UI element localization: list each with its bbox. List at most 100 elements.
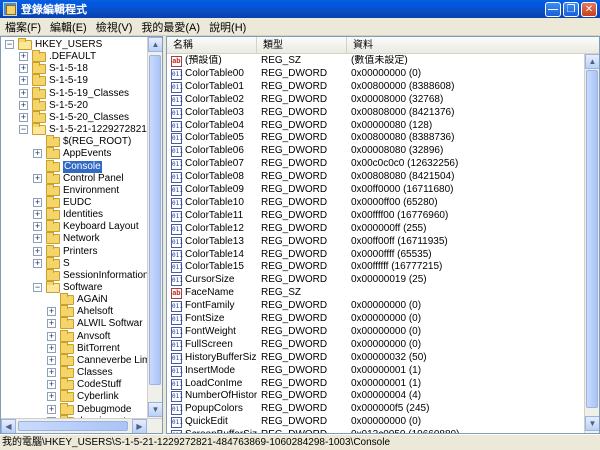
tree-node[interactable]: + Debugmode bbox=[1, 402, 149, 416]
column-header-type[interactable]: 類型 bbox=[257, 37, 347, 54]
menu-favorites[interactable]: 我的最愛(A) bbox=[138, 19, 203, 35]
tree-node-label[interactable]: Classes bbox=[77, 367, 113, 379]
list-item[interactable]: 011 ColorTable01 REG_DWORD 0x00800000 (8388… bbox=[167, 81, 599, 94]
tree-node[interactable]: − Software bbox=[1, 281, 149, 294]
expand-plus-icon[interactable]: + bbox=[47, 404, 56, 414]
tree-node[interactable]: + Cyberlink bbox=[1, 390, 149, 403]
tree-node[interactable]: + EUDC bbox=[1, 195, 149, 209]
tree-node[interactable]: + CodeStuff bbox=[1, 378, 149, 391]
tree-node-label[interactable]: SessionInformation bbox=[63, 270, 149, 282]
menu-help[interactable]: 說明(H) bbox=[206, 19, 249, 35]
list-item[interactable]: 011 FullScreen REG_DWORD 0x00000000 (0) bbox=[167, 339, 599, 352]
expand-plus-icon[interactable]: + bbox=[47, 307, 56, 317]
scroll-thumb[interactable] bbox=[149, 55, 161, 385]
menu-file[interactable]: 檔案(F) bbox=[2, 19, 44, 35]
tree-node[interactable]: + Canneverbe Lim bbox=[1, 353, 150, 367]
tree-node[interactable]: + S-1-5-19_Classes bbox=[1, 86, 149, 100]
tree-node[interactable]: + ALWIL Softwar bbox=[1, 317, 149, 330]
tree-node-label[interactable]: Ahelsoft bbox=[77, 306, 113, 318]
expand-plus-icon[interactable]: + bbox=[19, 64, 28, 74]
list-item[interactable]: 011 ColorTable10 REG_DWORD 0x0000ff00 (6528… bbox=[167, 197, 599, 210]
tree-vertical-scrollbar[interactable]: ▲ ▼ bbox=[147, 37, 162, 418]
tree-node-label[interactable]: .DEFAULT bbox=[49, 51, 96, 63]
tree-node-label[interactable]: S-1-5-19 bbox=[49, 75, 88, 87]
list-item[interactable]: 011 PopupColors REG_DWORD 0x000000f5 (245) bbox=[167, 403, 599, 416]
list-item[interactable]: 011 ColorTable03 REG_DWORD 0x00808000 (8421… bbox=[167, 107, 599, 120]
minimize-button[interactable]: — bbox=[545, 1, 561, 17]
tree-node-label[interactable]: S-1-5-20_Classes bbox=[49, 112, 129, 124]
scroll-down-arrow-icon[interactable]: ▼ bbox=[148, 402, 162, 417]
tree-node-label[interactable]: S-1-5-20 bbox=[49, 100, 88, 112]
tree-node[interactable]: + Keyboard Layout bbox=[1, 220, 149, 233]
tree-node[interactable]: SessionInformation bbox=[1, 268, 149, 282]
key-tree-pane[interactable]: − HKEY_USERS + .DEFAULT + S-1-5-18 + S-1-5-19 + S… bbox=[0, 36, 163, 434]
tree-node[interactable]: + AppEvents bbox=[1, 147, 149, 160]
tree-node-label[interactable]: Anvsoft bbox=[77, 331, 110, 343]
tree-node[interactable]: + BitTorrent bbox=[1, 341, 149, 355]
list-scroll-down-arrow-icon[interactable]: ▼ bbox=[585, 416, 599, 431]
tree-node[interactable]: $(REG_ROOT) bbox=[1, 135, 149, 148]
expand-plus-icon[interactable]: + bbox=[33, 246, 42, 256]
tree-node-label[interactable]: $(REG_ROOT) bbox=[63, 136, 131, 148]
list-item[interactable]: 011 ColorTable09 REG_DWORD 0x00ff0000 (1671… bbox=[167, 184, 599, 197]
list-item[interactable]: 011 HistoryBufferSize REG_DWORD 0x00000032 … bbox=[167, 352, 599, 365]
expand-plus-icon[interactable]: + bbox=[33, 234, 42, 244]
expand-plus-icon[interactable]: + bbox=[47, 319, 56, 329]
expand-plus-icon[interactable]: + bbox=[47, 368, 56, 378]
tree-node-label[interactable]: EUDC bbox=[63, 197, 91, 209]
tree-node[interactable]: + S-1-5-20_Classes bbox=[1, 110, 149, 124]
tree-node-label[interactable]: Software bbox=[63, 282, 102, 294]
menu-view[interactable]: 檢視(V) bbox=[93, 19, 136, 35]
expand-plus-icon[interactable]: + bbox=[47, 380, 56, 390]
tree-node-label[interactable]: S bbox=[63, 258, 70, 270]
list-item[interactable]: 011 QuickEdit REG_DWORD 0x00000000 (0) bbox=[167, 416, 599, 429]
column-header-name[interactable]: 名稱 bbox=[167, 37, 257, 54]
list-item[interactable]: 011 ColorTable14 REG_DWORD 0x0000ffff (6553… bbox=[167, 249, 599, 262]
tree-node[interactable]: + S-1-5-18 bbox=[1, 62, 149, 75]
tree-node[interactable]: + Classes bbox=[1, 366, 149, 379]
expand-plus-icon[interactable]: + bbox=[19, 88, 28, 98]
expand-plus-icon[interactable]: + bbox=[47, 392, 56, 402]
tree-node-label[interactable]: Canneverbe Lim bbox=[77, 355, 150, 367]
list-scroll-thumb[interactable] bbox=[586, 70, 598, 408]
tree-node[interactable]: + .DEFAULT bbox=[1, 50, 149, 63]
tree-node-label[interactable]: Console bbox=[63, 160, 102, 173]
expand-plus-icon[interactable]: + bbox=[47, 355, 56, 365]
tree-node-label[interactable]: S-1-5-21-1229272821-4 bbox=[49, 124, 156, 136]
close-button[interactable]: ✕ bbox=[581, 1, 597, 17]
tree-node-label[interactable]: Debugmode bbox=[77, 404, 131, 416]
list-item[interactable]: 011 InsertMode REG_DWORD 0x00000001 (1) bbox=[167, 365, 599, 378]
scroll-up-arrow-icon[interactable]: ▲ bbox=[148, 37, 162, 52]
tree-node[interactable]: Console bbox=[1, 159, 149, 173]
maximize-button[interactable]: ❐ bbox=[563, 1, 579, 17]
expand-plus-icon[interactable]: + bbox=[19, 52, 28, 62]
tree-node-label[interactable]: Network bbox=[63, 233, 100, 245]
tree-node-label[interactable]: Identities bbox=[63, 209, 103, 221]
list-item[interactable]: 011 ColorTable07 REG_DWORD 0x00c0c0c0 (1263… bbox=[167, 158, 599, 171]
expand-plus-icon[interactable]: + bbox=[33, 258, 42, 268]
tree-node[interactable]: + Control Panel bbox=[1, 171, 149, 185]
collapse-minus-icon[interactable]: − bbox=[5, 40, 14, 49]
column-header-data[interactable]: 資料 bbox=[347, 37, 587, 54]
expand-plus-icon[interactable]: + bbox=[19, 100, 28, 110]
tree-node-label[interactable]: Cyberlink bbox=[77, 391, 119, 403]
collapse-minus-icon[interactable]: − bbox=[19, 125, 28, 135]
list-item[interactable]: ab FaceName REG_SZ bbox=[167, 287, 599, 300]
tree-node[interactable]: Environment bbox=[1, 183, 149, 197]
list-item[interactable]: ab (預設值) REG_SZ (數值未設定) bbox=[167, 55, 599, 68]
list-item[interactable]: 011 FontSize REG_DWORD 0x00000000 (0) bbox=[167, 313, 599, 326]
expand-plus-icon[interactable]: + bbox=[33, 210, 42, 220]
tree-node[interactable]: + Identities bbox=[1, 208, 149, 221]
list-item[interactable]: 011 ColorTable06 REG_DWORD 0x00008080 (3289… bbox=[167, 145, 599, 158]
list-item[interactable]: 011 ColorTable11 REG_DWORD 0x00ffff00 (1677… bbox=[167, 210, 599, 223]
tree-node-label[interactable]: Keyboard Layout bbox=[63, 221, 139, 233]
list-item[interactable]: 011 ColorTable13 REG_DWORD 0x00ff00ff (1671… bbox=[167, 236, 599, 249]
list-item[interactable]: 011 ColorTable02 REG_DWORD 0x00008000 (3276… bbox=[167, 94, 599, 107]
tree-node-label[interactable]: AppEvents bbox=[63, 148, 111, 160]
tree-node-label[interactable]: Environment bbox=[63, 185, 119, 197]
tree-node-label[interactable]: S-1-5-18 bbox=[49, 63, 88, 75]
tree-node-label[interactable]: BitTorrent bbox=[77, 343, 120, 355]
expand-plus-icon[interactable]: + bbox=[19, 112, 28, 122]
hscroll-thumb[interactable] bbox=[18, 421, 128, 431]
expand-plus-icon[interactable]: + bbox=[33, 222, 42, 232]
